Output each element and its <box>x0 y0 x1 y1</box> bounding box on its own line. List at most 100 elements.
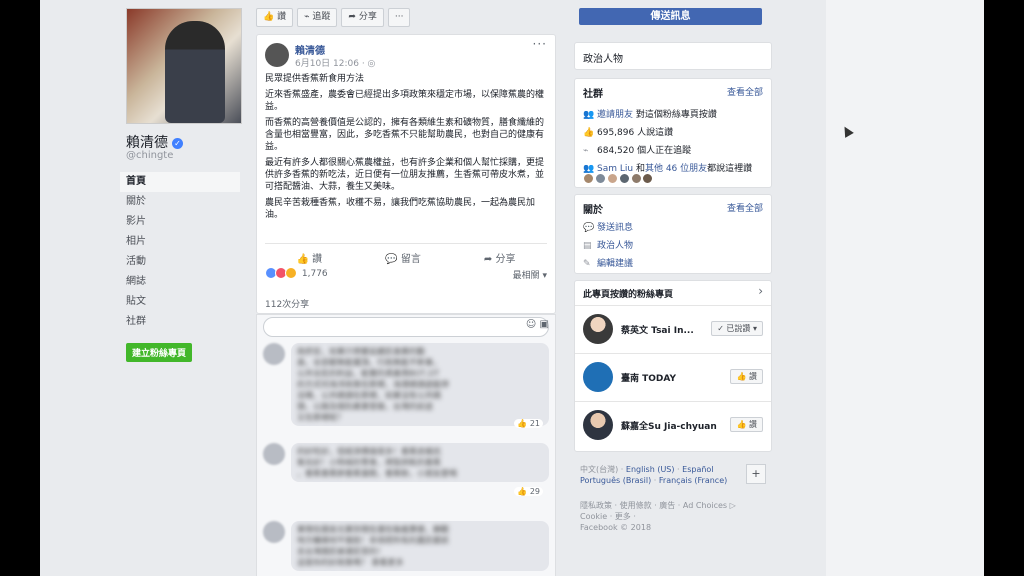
footer-links-2[interactable]: Cookie · 更多 · <box>580 511 770 522</box>
comment-text: 又在那裡呢？ <box>297 413 345 422</box>
add-language-button[interactable]: + <box>746 464 766 484</box>
post-author[interactable]: 賴清德 <box>295 42 325 57</box>
liked-page-row: 蔡英文 Tsai In... ✓ 已說讚 ▾ <box>575 305 771 352</box>
nav-about[interactable]: 關於 <box>120 192 240 212</box>
comment-input[interactable] <box>263 317 549 337</box>
liked-pages-title[interactable]: 此專頁按讚的粉絲專頁 <box>583 287 673 300</box>
comment-text: 員，全部都無能擺頂，行政無能不幹事， <box>297 358 441 367</box>
follows-row: ⌁ 684,520 個人正在追蹤 <box>583 143 691 156</box>
post-more-icon[interactable]: ··· <box>533 37 547 51</box>
liked-button[interactable]: ✓ 已說讚 ▾ <box>711 321 763 336</box>
friend-avatar[interactable] <box>583 173 594 184</box>
comment-text: 這是你的好政策嗎？ 查看更多 <box>297 558 404 567</box>
invite-friends-link[interactable]: 邀請朋友 <box>597 110 633 120</box>
footer-links[interactable]: 隱私政策 · 使用條款 · 廣告 · Ad Choices ▷ <box>580 500 770 511</box>
commenter-avatar[interactable] <box>263 443 285 465</box>
other-friends-link[interactable]: 其他 46 位朋友 <box>645 164 707 174</box>
thumbs-up-icon: 👍 <box>583 128 595 138</box>
post-paragraph: 而香蕉的高營養價值是公認的，擁有各類維生素和礦物質，膳食纖維的含量也相當豐富，因… <box>265 118 545 152</box>
pencil-icon: ✎ <box>583 259 591 269</box>
page-avatar[interactable] <box>583 362 613 392</box>
nav-notes[interactable]: 網誌 <box>120 272 240 292</box>
language-option[interactable]: Français (France) <box>659 476 727 485</box>
about-box: 關於 查看全部 💬 發送訊息 ▤ 政治人物 ✎ 編輯建議 <box>574 194 772 274</box>
nav-events[interactable]: 活動 <box>120 252 240 272</box>
like-page-button[interactable]: 👍 讚 <box>256 8 294 27</box>
more-options-button[interactable]: ··· <box>387 8 411 27</box>
messenger-icon: 💬 <box>583 223 595 233</box>
create-page-button[interactable]: 建立粉絲專頁 <box>126 343 193 362</box>
post-timestamp[interactable]: 6月10日 12:06 · ◎ <box>295 56 375 69</box>
page-name-text: 蔡英文 Tsai In... <box>621 326 694 336</box>
post-share-button[interactable]: ➦ 分享 <box>484 250 516 265</box>
profile-name[interactable]: 賴清德 ✓ <box>126 132 183 152</box>
sticker-icon[interactable]: ▣ <box>540 319 549 330</box>
like-button[interactable]: 👍 讚 <box>730 417 763 432</box>
friend-avatar[interactable] <box>618 173 630 184</box>
page-category[interactable]: 政治人物 <box>583 50 623 65</box>
post-card: 賴清德 6月10日 12:06 · ◎ ··· 民眾提供香蕉新食用方法 近來香蕉… <box>256 34 556 314</box>
haha-reaction-icon <box>285 267 297 279</box>
liked-page-row: 蘇嘉全Su Jia-chyuan 👍 讚 <box>575 401 771 448</box>
nav-home[interactable]: 首頁 <box>120 172 240 192</box>
friend-avatar[interactable] <box>630 173 642 184</box>
liked-pages-box: 此專頁按讚的粉絲專頁 › 蔡英文 Tsai In... ✓ 已說讚 ▾ 臺南 T… <box>574 280 772 452</box>
commenter-avatar[interactable] <box>263 521 285 543</box>
profile-handle[interactable]: @chingte <box>126 150 173 161</box>
language-selector: 中文(台灣) · English (US) · Español Portuguê… <box>574 458 770 496</box>
language-option[interactable]: Español <box>682 465 713 474</box>
nav-posts[interactable]: 貼文 <box>120 292 240 312</box>
follows-count[interactable]: 684,520 個人正在追蹤 <box>597 146 691 156</box>
chevron-right-icon[interactable]: › <box>758 284 763 298</box>
community-see-all[interactable]: 查看全部 <box>727 85 763 98</box>
comments-section: ☺ ▣ 政府官，如果只想要延續民進黨的動 員，全部都無能擺頂，行政無能不幹事， … <box>256 314 556 576</box>
comment-like-count[interactable]: 👍 21 <box>514 419 543 428</box>
reaction-count: 1,776 <box>301 268 328 279</box>
post-author-avatar[interactable] <box>265 43 289 67</box>
nav-community[interactable]: 社群 <box>120 312 240 332</box>
about-category-row: ▤ 政治人物 <box>583 238 633 251</box>
page-avatar[interactable] <box>583 314 613 344</box>
nav-photos[interactable]: 相片 <box>120 232 240 252</box>
follow-button[interactable]: ⌁ 追蹤 <box>297 8 338 27</box>
profile-photo[interactable] <box>126 8 242 124</box>
invite-icon: 👥 <box>583 110 595 120</box>
thumbs-up-icon: 👍 <box>517 487 528 496</box>
page-avatar[interactable] <box>583 410 613 440</box>
post-comment-button[interactable]: 💬 留言 <box>385 250 421 265</box>
about-see-all[interactable]: 查看全部 <box>727 201 763 214</box>
most-relevant-dropdown[interactable]: 最相關 ▾ <box>513 268 547 281</box>
language-option[interactable]: Português (Brasil) <box>580 476 651 485</box>
page-name[interactable]: 蔡英文 Tsai In... <box>621 323 694 336</box>
reaction-summary[interactable]: 1,776 最相關 ▾ <box>265 267 547 283</box>
community-title: 社群 <box>583 89 603 100</box>
friend-avatars <box>583 173 654 187</box>
suggest-edit-row: ✎ 編輯建議 <box>583 256 633 269</box>
friend-avatar[interactable] <box>594 173 606 184</box>
language-option[interactable]: English (US) <box>626 465 675 474</box>
comment-like-count[interactable]: 👍 29 <box>514 487 543 496</box>
page-name-text: 蘇嘉全Su Jia-chyuan <box>621 422 717 432</box>
like-button[interactable]: 👍 讚 <box>730 369 763 384</box>
suggest-edit-link[interactable]: 編輯建議 <box>597 259 633 269</box>
category-link[interactable]: 政治人物 <box>597 241 633 251</box>
nav-videos[interactable]: 影片 <box>120 212 240 232</box>
rss-icon: ⌁ <box>583 146 589 156</box>
footer-copyright: Facebook © 2018 <box>580 523 652 532</box>
send-message-button[interactable]: 傳送訊息 <box>579 8 762 25</box>
commenter-avatar[interactable] <box>263 343 285 365</box>
comment-like-number: 29 <box>529 487 540 496</box>
friend-avatar[interactable] <box>642 173 654 184</box>
friend-avatar[interactable] <box>606 173 618 184</box>
send-message-link[interactable]: 發送訊息 <box>597 223 633 233</box>
page-name[interactable]: 臺南 TODAY <box>621 371 676 384</box>
share-page-button[interactable]: ➦ 分享 <box>341 8 384 27</box>
post-like-button[interactable]: 👍 讚 <box>297 250 323 265</box>
comment-text: 頭，公路及個別產業發展，台灣的前途 <box>297 402 433 411</box>
share-count[interactable]: 112次分享 <box>265 297 309 310</box>
likes-count[interactable]: 695,896 人說這讚 <box>597 128 673 138</box>
current-language: 中文(台灣) <box>580 465 619 474</box>
emoji-icon[interactable]: ☺ <box>526 319 536 330</box>
category-box: 政治人物 <box>574 42 772 70</box>
page-name[interactable]: 蘇嘉全Su Jia-chyuan <box>621 419 717 432</box>
